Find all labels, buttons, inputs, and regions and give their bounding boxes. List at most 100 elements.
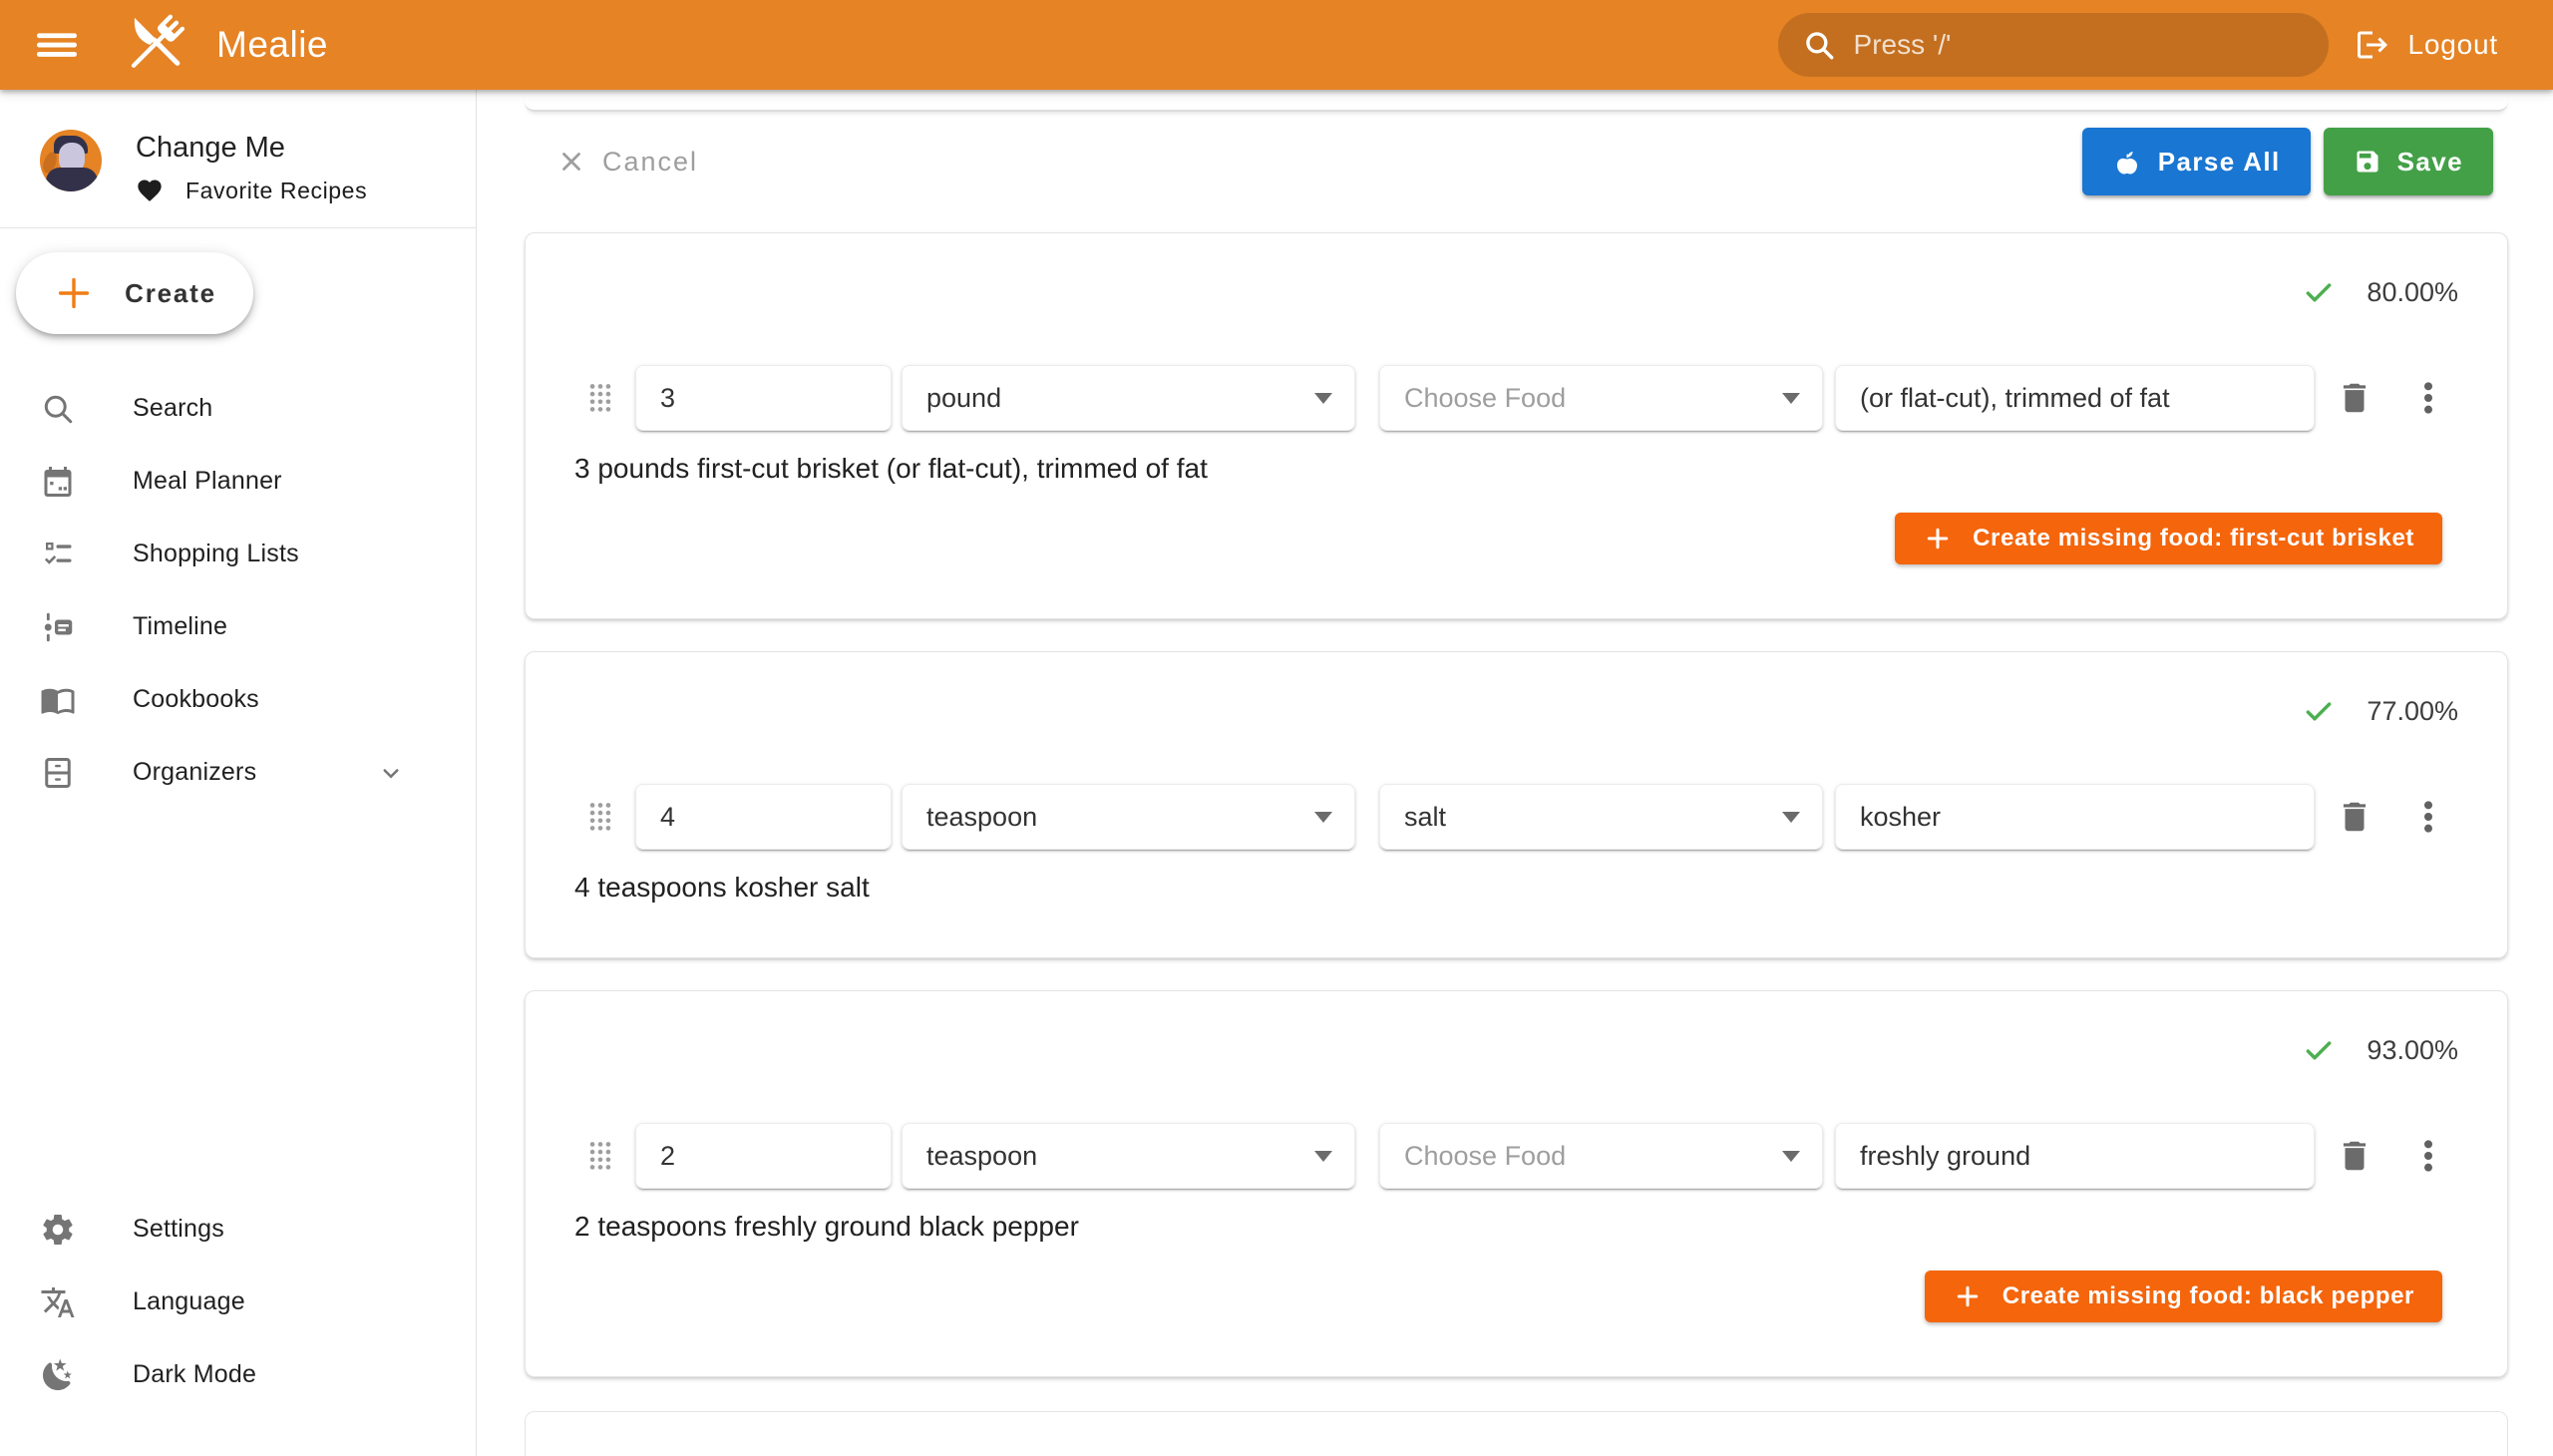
- original-ingredient-text: 4 teaspoons kosher salt: [574, 872, 2507, 904]
- food-input[interactable]: [1380, 366, 1822, 430]
- unit-select[interactable]: [902, 784, 1355, 850]
- cancel-button[interactable]: Cancel: [556, 147, 698, 178]
- sidebar-item-organizers[interactable]: Organizers: [0, 736, 476, 809]
- delete-button[interactable]: [2335, 376, 2374, 420]
- logout-button[interactable]: Logout: [2355, 27, 2498, 63]
- quantity-input[interactable]: [636, 1124, 891, 1188]
- calendar-icon: [40, 464, 76, 500]
- plus-icon: [1923, 524, 1953, 553]
- app-title: Mealie: [216, 24, 328, 66]
- cabinet-icon: [40, 755, 76, 791]
- sidebar-divider: [0, 227, 476, 228]
- note-field: [1835, 784, 2315, 850]
- sidebar-item-cookbooks[interactable]: Cookbooks: [0, 663, 476, 736]
- mealie-logo-icon[interactable]: [115, 5, 194, 85]
- previous-card-bottom-edge: [525, 90, 2508, 112]
- parse-all-button[interactable]: Parse All: [2082, 128, 2311, 195]
- check-icon: [2303, 695, 2335, 727]
- sidebar-item-dark-mode[interactable]: Dark Mode: [0, 1338, 476, 1411]
- global-search[interactable]: [1778, 13, 2329, 77]
- confidence-row: 77.00%: [526, 696, 2458, 726]
- book-open-icon: [40, 682, 76, 718]
- favorite-recipes-link[interactable]: Favorite Recipes: [136, 177, 367, 204]
- app-bar: Mealie Logout: [0, 0, 2553, 90]
- main-content: Cancel Parse All Save: [477, 90, 2553, 1456]
- food-select[interactable]: [1379, 784, 1823, 850]
- more-options-button[interactable]: [2416, 376, 2440, 420]
- sidebar-item-timeline[interactable]: Timeline: [0, 590, 476, 663]
- menu-icon[interactable]: [33, 25, 81, 65]
- close-icon: [556, 147, 586, 177]
- plus-icon: [53, 272, 95, 314]
- save-button[interactable]: Save: [2324, 128, 2493, 195]
- translate-icon: [40, 1284, 76, 1320]
- quantity-input[interactable]: [636, 785, 891, 849]
- sidebar-footer: Settings Language Dark Mode: [0, 1193, 476, 1456]
- note-field: [1835, 1123, 2315, 1189]
- save-disk-icon: [2354, 148, 2381, 176]
- original-ingredient-text: 2 teaspoons freshly ground black pepper: [574, 1211, 2507, 1243]
- ingredient-card: 80.00%: [525, 232, 2508, 619]
- sidebar-item-shopping-lists[interactable]: Shopping Lists: [0, 518, 476, 590]
- create-button-label: Create: [125, 278, 216, 309]
- unit-select[interactable]: [902, 1123, 1355, 1189]
- drag-handle-icon[interactable]: [587, 799, 613, 835]
- food-select[interactable]: [1379, 365, 1823, 431]
- ingredient-input-row: [587, 1123, 2467, 1189]
- quantity-field: [635, 365, 892, 431]
- food-select[interactable]: [1379, 1123, 1823, 1189]
- original-ingredient-text: 3 pounds first-cut brisket (or flat-cut)…: [574, 453, 2507, 485]
- confidence-value: 77.00%: [2367, 696, 2458, 727]
- sidebar-menu: Search Meal Planner: [0, 372, 476, 809]
- sidebar-item-language[interactable]: Language: [0, 1266, 476, 1338]
- create-missing-food-button[interactable]: Create missing food: first-cut brisket: [1895, 513, 2442, 564]
- check-icon: [2303, 276, 2335, 308]
- delete-button[interactable]: [2335, 795, 2374, 839]
- drag-handle-icon[interactable]: [587, 1138, 613, 1174]
- create-missing-food-label: Create missing food: black pepper: [2003, 1282, 2414, 1310]
- ingredient-card: 77.00%: [525, 651, 2508, 958]
- note-input[interactable]: [1836, 366, 2314, 430]
- check-icon: [2303, 1034, 2335, 1066]
- create-button[interactable]: Create: [16, 252, 253, 334]
- timeline-icon: [40, 609, 76, 645]
- create-missing-food-button[interactable]: Create missing food: black pepper: [1925, 1271, 2442, 1322]
- note-input[interactable]: [1836, 1124, 2314, 1188]
- sidebar-item-meal-planner[interactable]: Meal Planner: [0, 445, 476, 518]
- search-input[interactable]: [1854, 29, 2305, 61]
- gear-icon: [40, 1212, 76, 1248]
- ingredient-card-list: 80.00%: [525, 232, 2508, 1377]
- more-options-button[interactable]: [2416, 1134, 2440, 1178]
- drag-handle-icon[interactable]: [587, 380, 613, 416]
- confidence-value: 80.00%: [2367, 277, 2458, 308]
- ingredient-input-row: [587, 784, 2467, 850]
- cancel-label: Cancel: [602, 147, 698, 178]
- next-card-top-edge: [525, 1411, 2508, 1456]
- quantity-input[interactable]: [636, 366, 891, 430]
- sidebar-item-settings[interactable]: Settings: [0, 1193, 476, 1266]
- user-block[interactable]: Change Me Favorite Recipes: [0, 90, 476, 227]
- more-options-button[interactable]: [2416, 795, 2440, 839]
- ingredient-input-row: [587, 365, 2467, 431]
- magnify-icon: [40, 391, 76, 427]
- unit-input[interactable]: [903, 1124, 1354, 1188]
- food-input[interactable]: [1380, 785, 1822, 849]
- sidebar-item-search[interactable]: Search: [0, 372, 476, 445]
- confidence-row: 93.00%: [526, 1035, 2458, 1065]
- note-field: [1835, 365, 2315, 431]
- missing-food-row: Create missing food: black pepper: [526, 1271, 2442, 1322]
- parse-all-label: Parse All: [2158, 147, 2281, 178]
- unit-input[interactable]: [903, 785, 1354, 849]
- logout-label: Logout: [2408, 29, 2498, 61]
- unit-select[interactable]: [902, 365, 1355, 431]
- food-input[interactable]: [1380, 1124, 1822, 1188]
- quantity-field: [635, 1123, 892, 1189]
- unit-input[interactable]: [903, 366, 1354, 430]
- user-name: Change Me: [136, 132, 367, 165]
- apple-icon: [2112, 147, 2142, 177]
- create-missing-food-label: Create missing food: first-cut brisket: [1973, 525, 2414, 552]
- delete-button[interactable]: [2335, 1134, 2374, 1178]
- logout-icon: [2355, 27, 2390, 63]
- quantity-field: [635, 784, 892, 850]
- note-input[interactable]: [1836, 785, 2314, 849]
